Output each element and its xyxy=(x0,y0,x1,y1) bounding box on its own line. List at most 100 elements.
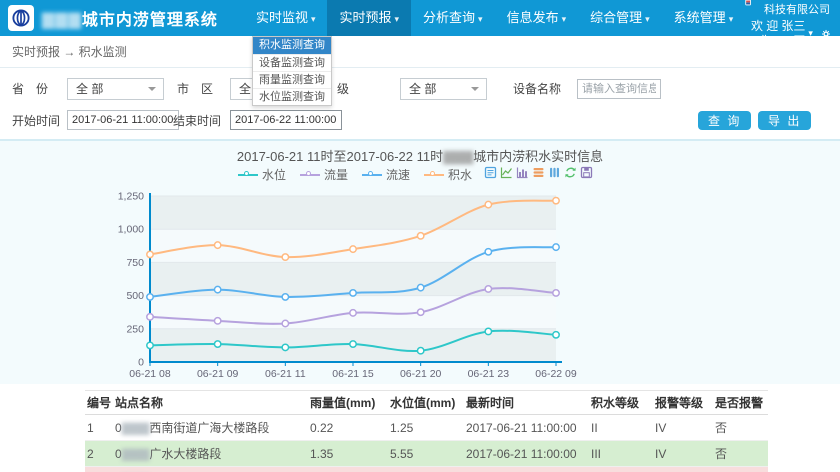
province-select[interactable]: 全 部 xyxy=(67,78,164,100)
station-table-panel: 编号站点名称雨量值(mm)水位值(mm)最新时间积水等级报警等级是否报警 10▇… xyxy=(0,384,840,472)
chevron-down-icon: ▾ xyxy=(562,14,567,24)
station-name-cell: 0▇▇▇美玉大楼角路段 xyxy=(113,467,308,472)
end-time-input[interactable] xyxy=(230,110,342,130)
table-header-1: 站点名称 xyxy=(113,391,308,415)
nav-item-4[interactable]: 综合管理▾ xyxy=(578,0,662,36)
legend-marker-icon xyxy=(362,174,382,176)
svg-text:06-21 15: 06-21 15 xyxy=(332,368,374,380)
table-header-4: 最新时间 xyxy=(464,391,589,415)
dropdown-item-1[interactable]: 设备监测查询 xyxy=(253,54,331,71)
table-cell: I xyxy=(589,467,653,472)
table-header-2: 雨量值(mm) xyxy=(308,391,388,415)
company-logo-icon xyxy=(745,0,751,8)
svg-text:06-21 08: 06-21 08 xyxy=(129,368,171,380)
svg-text:06-21 23: 06-21 23 xyxy=(468,368,510,380)
table-row: 10▇▇▇西南街道广海大楼路段0.221.252017-06-21 11:00:… xyxy=(85,415,768,441)
svg-text:750: 750 xyxy=(126,257,144,269)
table-header-7: 是否报警 xyxy=(713,391,768,415)
svg-text:250: 250 xyxy=(126,323,144,335)
table-cell: 8.88 xyxy=(388,467,464,472)
breadcrumb: 实时预报 → 积水监测 xyxy=(12,43,127,60)
chevron-down-icon: ▾ xyxy=(645,14,650,24)
dropdown-item-0[interactable]: 积水监测查询 xyxy=(253,37,331,54)
chart-legend: 水位流量流速积水 xyxy=(0,166,710,183)
dropdown-item-2[interactable]: 雨量监测查询 xyxy=(253,71,331,88)
table-header-row: 编号站点名称雨量值(mm)水位值(mm)最新时间积水等级报警等级是否报警 xyxy=(85,391,768,415)
table-cell: 1 xyxy=(85,415,113,441)
table-cell: 0.50 xyxy=(308,467,388,472)
breadcrumb-bar: 实时预报 → 积水监测 xyxy=(0,36,840,68)
forecast-dropdown-menu: 积水监测查询设备监测查询雨量监测查询水位监测查询 xyxy=(252,36,332,106)
chart-title: 2017-06-21 11时至2017-06-22 11时▇▇▇城市内涝积水实时… xyxy=(0,146,840,165)
start-time-label: 开始时间 xyxy=(12,110,60,132)
nav-item-1[interactable]: 实时预报▾ xyxy=(327,0,411,36)
dropdown-item-3[interactable]: 水位监测查询 xyxy=(253,88,331,105)
select-caret-icon xyxy=(148,87,156,95)
chevron-down-icon: ▾ xyxy=(311,14,316,24)
station-name-cell: 0▇▇▇西南街道广海大楼路段 xyxy=(113,415,308,441)
table-cell: III xyxy=(653,467,713,472)
legend-item-流速[interactable]: 流速 xyxy=(362,166,410,183)
top-navbar: ▇▇▇城市内涝管理系统 实时监视▾实时预报▾分析查询▾信息发布▾综合管理▾系统管… xyxy=(0,0,840,36)
table-cell: 否 xyxy=(713,467,768,472)
table-cell: 2017-06-21 11:00:00 xyxy=(464,415,589,441)
line-chart-icon[interactable] xyxy=(500,166,513,179)
city-label: 市 区 xyxy=(177,78,213,100)
query-button[interactable]: 查 询 xyxy=(698,111,751,130)
nav-item-2[interactable]: 分析查询▾ xyxy=(411,0,495,36)
nav-item-3[interactable]: 信息发布▾ xyxy=(495,0,579,36)
legend-marker-icon xyxy=(424,174,444,176)
legend-marker-icon xyxy=(238,174,258,176)
county-select[interactable]: 全 部 xyxy=(400,78,487,100)
table-header-6: 报警等级 xyxy=(653,391,713,415)
end-time-label: 结束时间 xyxy=(173,110,221,132)
chart-toolbox xyxy=(484,166,593,179)
refresh-icon[interactable] xyxy=(564,166,577,179)
app-logo-icon xyxy=(8,5,34,31)
chevron-down-icon: ▾ xyxy=(729,14,734,24)
data-view-icon[interactable] xyxy=(484,166,497,179)
export-button[interactable]: 导 出 xyxy=(758,111,811,130)
stack-icon[interactable] xyxy=(532,166,545,179)
svg-text:06-21 09: 06-21 09 xyxy=(197,368,239,380)
province-label: 省 份 xyxy=(12,78,48,100)
table-cell: 3 xyxy=(85,467,113,472)
tiled-icon[interactable] xyxy=(548,166,561,179)
chevron-down-icon: ▾ xyxy=(395,14,400,24)
table-cell: 否 xyxy=(713,415,768,441)
table-cell: IV xyxy=(653,441,713,467)
table-row: 30▇▇▇美玉大楼角路段0.508.882017-06-21 11:00:00I… xyxy=(85,467,768,472)
table-cell: 否 xyxy=(713,441,768,467)
svg-text:500: 500 xyxy=(126,290,144,302)
company-name: 北京国信华源科技有限公司 xyxy=(755,0,830,18)
bar-chart-icon[interactable] xyxy=(516,166,529,179)
legend-item-流量[interactable]: 流量 xyxy=(300,166,348,183)
svg-text:1,000: 1,000 xyxy=(118,224,144,236)
table-cell: 0.22 xyxy=(308,415,388,441)
station-name-cell: 0▇▇▇广水大楼路段 xyxy=(113,441,308,467)
table-header-5: 积水等级 xyxy=(589,391,653,415)
svg-text:06-22 09: 06-22 09 xyxy=(535,368,577,380)
table-row: 20▇▇▇广水大楼路段1.355.552017-06-21 11:00:00II… xyxy=(85,441,768,467)
device-name-input[interactable] xyxy=(577,79,661,99)
main-nav: 实时监视▾实时预报▾分析查询▾信息发布▾综合管理▾系统管理▾ xyxy=(244,0,745,36)
table-cell: III xyxy=(589,441,653,467)
nav-item-0[interactable]: 实时监视▾ xyxy=(244,0,328,36)
table-cell: 1.35 xyxy=(308,441,388,467)
app-window: ▇▇▇城市内涝管理系统 实时监视▾实时预报▾分析查询▾信息发布▾综合管理▾系统管… xyxy=(0,0,840,472)
legend-item-水位[interactable]: 水位 xyxy=(238,166,286,183)
device-name-label: 设备名称 xyxy=(513,78,561,100)
legend-item-积水[interactable]: 积水 xyxy=(424,166,472,183)
svg-text:06-21 11: 06-21 11 xyxy=(265,368,306,380)
table-header-0: 编号 xyxy=(85,391,113,415)
table-cell: 5.55 xyxy=(388,441,464,467)
line-chart: 02505007501,0001,25006-21 0806-21 0906-2… xyxy=(88,190,708,390)
app-title: ▇▇▇城市内涝管理系统 xyxy=(42,6,218,30)
start-time-input[interactable] xyxy=(67,110,179,130)
table-cell: 2017-06-21 11:00:00 xyxy=(464,441,589,467)
nav-item-5[interactable]: 系统管理▾ xyxy=(662,0,746,36)
table-cell: 1.25 xyxy=(388,415,464,441)
select-caret-icon xyxy=(471,87,479,95)
legend-marker-icon xyxy=(300,174,320,176)
save-icon[interactable] xyxy=(580,166,593,179)
